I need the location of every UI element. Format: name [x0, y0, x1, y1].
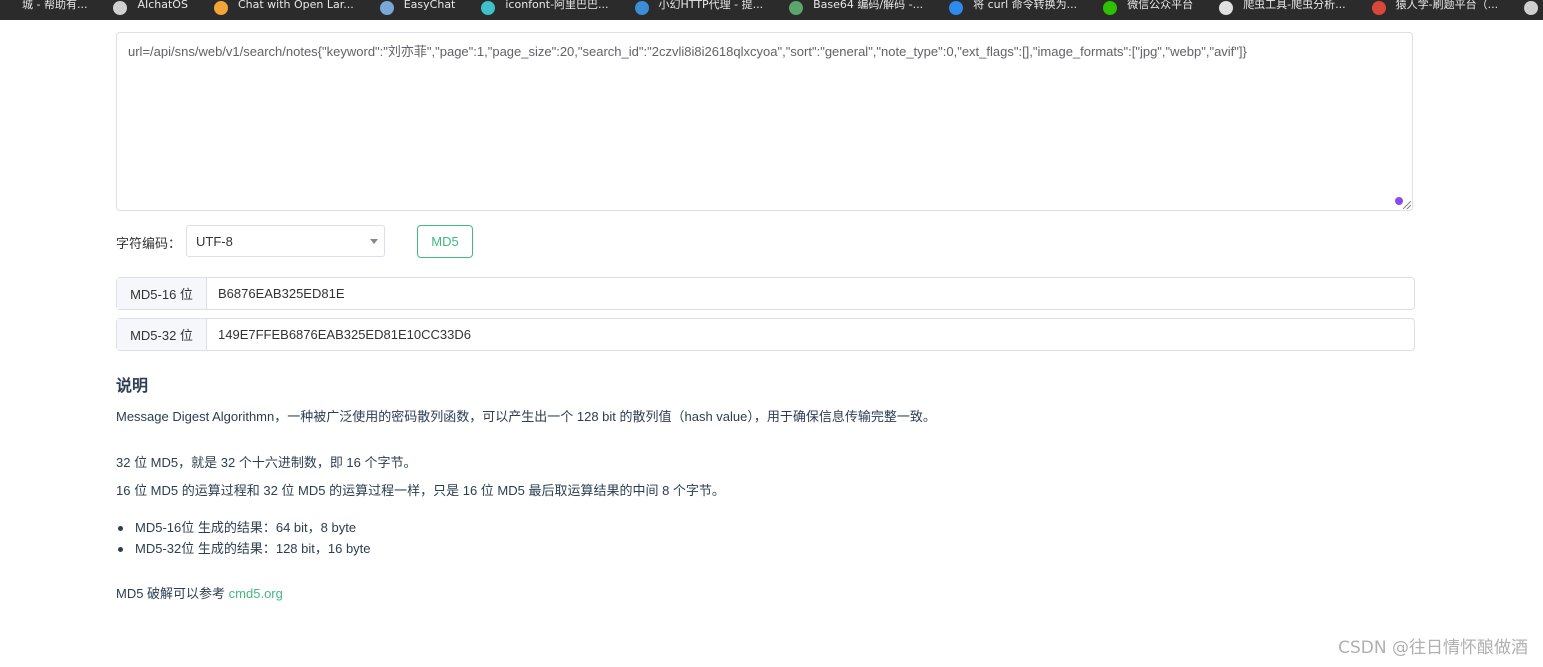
bookmark-label: 将 curl 命令转换为...	[973, 0, 1078, 11]
bookmark-item[interactable]: 爬虫工具-爬虫分析...	[1219, 0, 1346, 15]
md5-32-value[interactable]: 149E7FFEB6876EAB325ED81E10CC33D6	[207, 319, 471, 350]
openai-icon	[1524, 1, 1539, 15]
iconfont-icon	[481, 1, 496, 15]
bookmarks-bar: 城 - 帮助有... AIchatOS Chat with Open Lar... E…	[0, 0, 1543, 20]
description-p2: 16 位 MD5 的运算过程和 32 位 MD5 的运算过程一样，只是 16 位…	[116, 483, 725, 498]
bookmark-item[interactable]: 微信公众平台	[1103, 0, 1193, 15]
encoding-label: 字符编码：	[116, 236, 182, 251]
csdn-watermark: CSDN @往日情怀酿做酒	[1338, 638, 1528, 658]
bookmark-label: 猿人学-刷题平台（...	[1395, 0, 1499, 11]
cmd5-link[interactable]: cmd5.org	[229, 586, 283, 601]
bookmark-label: iconfont-阿里巴巴...	[505, 0, 609, 11]
bookmark-item[interactable]: 将 curl 命令转换为...	[949, 0, 1077, 15]
bookmark-label: 小幻HTTP代理 - 提...	[658, 0, 764, 11]
bookmark-label: 微信公众平台	[1127, 0, 1194, 11]
md5-16-label: MD5-16 位	[117, 278, 207, 309]
extension-dot-icon	[1395, 197, 1403, 205]
description-title: 说明	[116, 376, 149, 395]
bookmark-item[interactable]: 猿人学-刷题平台（...	[1371, 0, 1499, 15]
doc-icon	[1219, 1, 1234, 15]
list-item: MD5-32位 生成的结果：128 bit，16 byte	[116, 540, 371, 561]
bookmark-label: 爬虫工具-爬虫分析...	[1243, 0, 1346, 11]
lmsys-icon	[213, 1, 228, 15]
bookmark-label: EasyChat	[403, 0, 456, 11]
page-icon	[0, 1, 12, 15]
base64-icon	[789, 1, 804, 15]
input-textarea[interactable]: url=/api/sns/web/v1/search/notes{"keywor…	[116, 32, 1413, 211]
md5-16-value[interactable]: B6876EAB325ED81E	[207, 278, 344, 309]
encoding-select[interactable]: UTF-8	[186, 225, 385, 257]
input-text: url=/api/sns/web/v1/search/notes{"keywor…	[128, 44, 1247, 59]
list-item-text: MD5-16位 生成的结果：64 bit，8 byte	[135, 520, 357, 535]
bookmark-item[interactable]: AIchatOS	[113, 0, 188, 15]
curl-icon	[949, 1, 964, 15]
crack-reference-text: MD5 破解可以参考	[116, 586, 229, 601]
list-item-text: MD5-32位 生成的结果：128 bit，16 byte	[135, 541, 371, 556]
chevron-down-icon	[370, 239, 378, 244]
md5-32-label: MD5-32 位	[117, 319, 207, 350]
description-list: MD5-16位 生成的结果：64 bit，8 byte MD5-32位 生成的结…	[116, 519, 371, 561]
wechat-icon	[1103, 1, 1118, 15]
bookmark-item[interactable]: AItianhu	[1524, 0, 1543, 15]
yuanrenxue-icon	[1371, 1, 1386, 15]
openai-icon	[113, 1, 128, 15]
bookmark-label: Chat with Open Lar...	[237, 0, 354, 11]
md5-32-result: MD5-32 位 149E7FFEB6876EAB325ED81E10CC33D…	[116, 318, 1415, 351]
easychat-icon	[379, 1, 394, 15]
encoding-select-value: UTF-8	[196, 234, 233, 249]
bookmark-label: 城 - 帮助有...	[22, 0, 88, 11]
resize-handle-icon[interactable]	[1403, 201, 1411, 209]
list-item: MD5-16位 生成的结果：64 bit，8 byte	[116, 519, 371, 540]
proxy-icon	[634, 1, 649, 15]
md5-16-result: MD5-16 位 B6876EAB325ED81E	[116, 277, 1415, 310]
bookmark-item[interactable]: 城 - 帮助有...	[0, 0, 87, 15]
md5-button[interactable]: MD5	[417, 225, 473, 258]
bookmark-item[interactable]: iconfont-阿里巴巴...	[481, 0, 609, 15]
bookmark-label: AIchatOS	[137, 0, 188, 11]
bookmark-item[interactable]: 小幻HTTP代理 - 提...	[634, 0, 764, 15]
bookmark-label: Base64 编码/解码 -...	[813, 0, 924, 11]
description-p1: 32 位 MD5，就是 32 个十六进制数，即 16 个字节。	[116, 455, 417, 470]
bullet-icon	[118, 526, 123, 531]
bullet-icon	[118, 547, 123, 552]
bookmark-item[interactable]: Base64 编码/解码 -...	[789, 0, 923, 15]
bookmark-item[interactable]: EasyChat	[379, 0, 456, 15]
description-intro: Message Digest Algorithmn，一种被广泛使用的密码散列函数…	[116, 409, 936, 424]
crack-reference: MD5 破解可以参考 cmd5.org	[116, 583, 283, 602]
bookmark-item[interactable]: Chat with Open Lar...	[213, 0, 354, 15]
